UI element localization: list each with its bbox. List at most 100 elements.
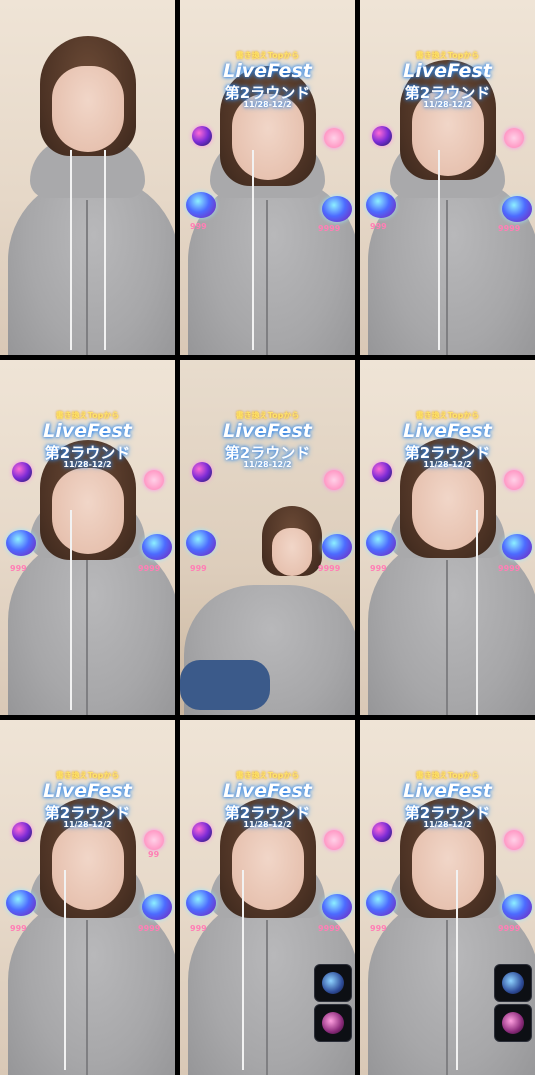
video-grid: 書き換えTopから LiveFest 第2ラウンド 11/28-12/2 999… (0, 0, 535, 1075)
video-tile-5[interactable]: 書き換えTopから LiveFest 第2ラウンド 11/28-12/2 999… (180, 360, 355, 715)
gem-left-icon (366, 890, 396, 916)
orb-left-icon (372, 462, 392, 482)
video-tile-6[interactable]: 書き換えTopから LiveFest 第2ラウンド 11/28-12/2 999… (360, 360, 535, 715)
person-face (412, 464, 484, 550)
fx-livefest-title: LiveFest (43, 420, 132, 442)
earphone-cord (70, 510, 72, 710)
mini-video-icon[interactable] (494, 1004, 532, 1042)
fx-livefest-title: LiveFest (43, 780, 132, 802)
left-score: 999 (370, 924, 387, 933)
gem-right-icon (322, 196, 352, 222)
orb-right-icon (144, 470, 164, 490)
orb-right-icon (504, 830, 524, 850)
person-hoodie (8, 895, 175, 1075)
fx-livefest-title: LiveFest (223, 60, 312, 82)
person-hoodie (8, 535, 175, 715)
video-tile-9[interactable]: 書き換えTopから LiveFest 第2ラウンド 11/28-12/2 999… (360, 720, 535, 1075)
orb-right-icon (324, 128, 344, 148)
video-tile-4[interactable]: 書き換えTopから LiveFest 第2ラウンド 11/28-12/2 999… (0, 360, 175, 715)
earphone-cord (64, 870, 66, 1070)
earphone-cord (438, 150, 440, 350)
hoodie-zipper (446, 560, 448, 715)
left-score: 999 (190, 924, 207, 933)
orb-left-icon (192, 126, 212, 146)
hoodie-zipper (86, 920, 88, 1075)
hoodie-zipper (86, 200, 88, 355)
gem-right-icon (322, 534, 352, 560)
video-tile-7[interactable]: 書き換えTopから LiveFest 第2ラウンド 11/28-12/2 99 … (0, 720, 175, 1075)
fx-livefest-title: LiveFest (403, 420, 492, 442)
earphone-cord (456, 870, 458, 1070)
orb-left-icon (192, 822, 212, 842)
person-face (52, 824, 124, 910)
fx-livefest-title: LiveFest (403, 60, 492, 82)
left-score: 999 (10, 564, 27, 573)
person-face (52, 468, 124, 554)
hoodie-zipper (446, 920, 448, 1075)
person-face (272, 528, 312, 576)
fx-livefest-title: LiveFest (403, 780, 492, 802)
left-score: 999 (370, 564, 387, 573)
earphone-cord (70, 150, 72, 350)
orb-right-icon (324, 830, 344, 850)
video-tile-3[interactable]: 書き換えTopから LiveFest 第2ラウンド 11/28-12/2 999… (360, 0, 535, 355)
orb-left-icon (372, 126, 392, 146)
hoodie-zipper (446, 200, 448, 355)
earphone-cord (104, 150, 106, 350)
gem-right-icon (142, 894, 172, 920)
denim-shorts (180, 660, 270, 710)
mini-video-icon[interactable] (494, 964, 532, 1002)
left-score: 999 (190, 564, 207, 573)
person-face (52, 66, 124, 152)
hoodie-zipper (86, 560, 88, 715)
person-hoodie (368, 535, 535, 715)
hoodie-zipper (266, 200, 268, 355)
mini-video-icon[interactable] (314, 1004, 352, 1042)
gem-left-icon (186, 890, 216, 916)
right-score: 9999 (318, 564, 341, 573)
orb-right-icon (504, 470, 524, 490)
person-face (412, 824, 484, 910)
gem-right-icon (502, 196, 532, 222)
person-hoodie (8, 175, 175, 355)
right-score: 9999 (138, 924, 161, 933)
fx-date-text: 11/28-12/2 (243, 100, 292, 109)
orb-left-icon (12, 462, 32, 482)
gem-left-icon (186, 530, 216, 556)
earphone-cord (252, 150, 254, 350)
orb-left-icon (372, 822, 392, 842)
orb-right-icon (324, 470, 344, 490)
right-score: 9999 (318, 224, 341, 233)
fx-livefest-title: LiveFest (223, 780, 312, 802)
gem-left-icon (366, 530, 396, 556)
video-tile-2[interactable]: 書き換えTopから LiveFest 第2ラウンド 11/28-12/2 999… (180, 0, 355, 355)
right-score: 9999 (498, 224, 521, 233)
earphone-cord (476, 510, 478, 715)
fx-date-text: 11/28-12/2 (423, 100, 472, 109)
right-score: 9999 (138, 564, 161, 573)
hoodie-zipper (266, 920, 268, 1075)
orb-right-icon (144, 830, 164, 850)
gem-left-icon (366, 192, 396, 218)
gem-right-icon (502, 894, 532, 920)
orb-left-icon (192, 462, 212, 482)
left-score: 999 (370, 222, 387, 231)
right-score: 9999 (498, 924, 521, 933)
gem-right-icon (502, 534, 532, 560)
gem-right-icon (322, 894, 352, 920)
gem-left-icon (6, 530, 36, 556)
video-tile-8[interactable]: 書き換えTopから LiveFest 第2ラウンド 11/28-12/2 999… (180, 720, 355, 1075)
earphone-cord (242, 870, 244, 1070)
right-score: 9999 (318, 924, 341, 933)
orb-left-icon (12, 822, 32, 842)
orb-right-icon (504, 128, 524, 148)
left-score: 999 (190, 222, 207, 231)
mini-video-icon[interactable] (314, 964, 352, 1002)
gem-left-icon (186, 192, 216, 218)
side-marker: 99 (148, 850, 160, 859)
right-score: 9999 (498, 564, 521, 573)
left-score: 999 (10, 924, 27, 933)
fx-livefest-title: LiveFest (223, 420, 312, 442)
gem-left-icon (6, 890, 36, 916)
video-tile-1[interactable] (0, 0, 175, 355)
